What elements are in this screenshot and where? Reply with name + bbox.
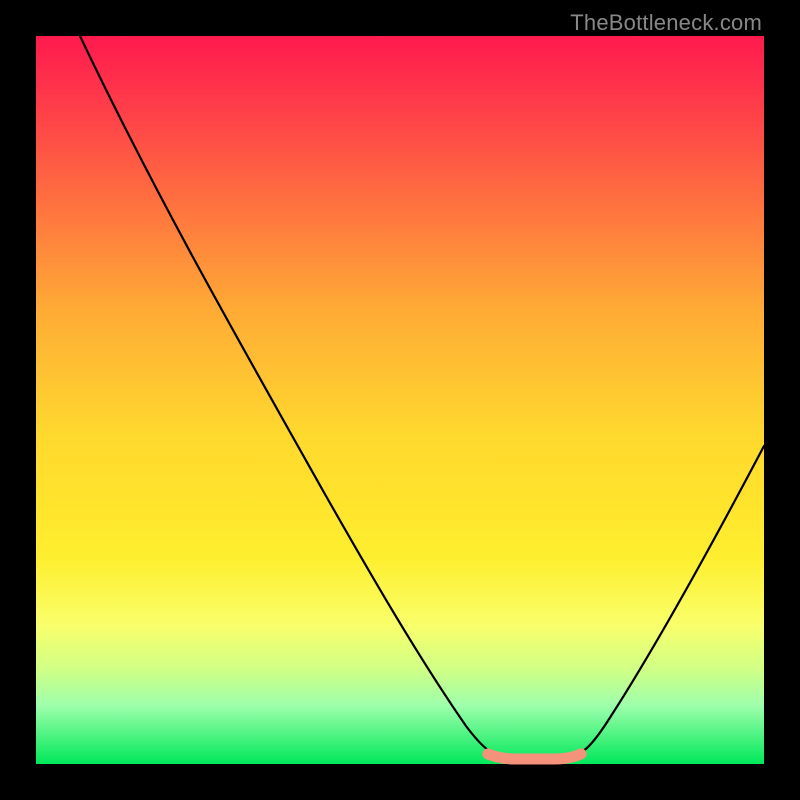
plot-area bbox=[36, 36, 764, 764]
marker-dot-left bbox=[483, 749, 494, 760]
watermark-text: TheBottleneck.com bbox=[570, 10, 762, 36]
chart-svg bbox=[36, 36, 764, 764]
chart-frame: TheBottleneck.com bbox=[0, 0, 800, 800]
highlight-marker bbox=[488, 754, 581, 759]
marker-dot-right bbox=[576, 749, 587, 760]
curve-line bbox=[80, 36, 764, 758]
